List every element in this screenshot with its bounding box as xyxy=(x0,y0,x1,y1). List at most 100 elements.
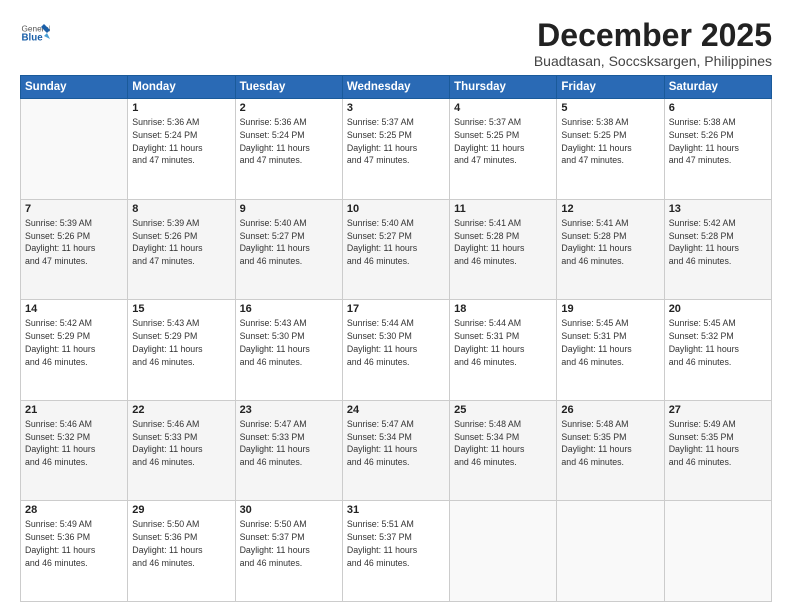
day-number: 19 xyxy=(561,303,659,315)
table-row: 22 Sunrise: 5:46 AM Sunset: 5:33 PM Dayli… xyxy=(128,400,235,501)
day-number: 10 xyxy=(347,203,445,215)
table-row: 2 Sunrise: 5:36 AM Sunset: 5:24 PM Daylig… xyxy=(235,99,342,200)
day-number: 20 xyxy=(669,303,767,315)
week-row-1: 1Sunrise: 5:36 AM Sunset: 5:24 PM Daylig… xyxy=(21,99,772,200)
table-row: 12 Sunrise: 5:41 AM Sunset: 5:28 PM Dayli… xyxy=(557,199,664,300)
day-info: Sunrise: 5:51 AM Sunset: 5:37 PM Dayligh… xyxy=(347,518,445,569)
day-info: Sunrise: 5:36 AM Sunset: 5:24 PM Dayligh… xyxy=(132,116,230,167)
col-friday: Friday xyxy=(557,76,664,99)
day-info: Sunrise: 5:46 AM Sunset: 5:33 PM Dayligh… xyxy=(132,418,230,469)
day-number: 26 xyxy=(561,404,659,416)
table-row: 17 Sunrise: 5:44 AM Sunset: 5:30 PM Dayli… xyxy=(342,300,449,401)
day-number: 23 xyxy=(240,404,338,416)
day-info: Sunrise: 5:43 AM Sunset: 5:30 PM Dayligh… xyxy=(240,317,338,368)
day-info: Sunrise: 5:50 AM Sunset: 5:36 PM Dayligh… xyxy=(132,518,230,569)
day-info: Sunrise: 5:41 AM Sunset: 5:28 PM Dayligh… xyxy=(561,217,659,268)
day-number: 8 xyxy=(132,203,230,215)
day-info: Sunrise: 5:44 AM Sunset: 5:30 PM Dayligh… xyxy=(347,317,445,368)
table-row: 3 Sunrise: 5:37 AM Sunset: 5:25 PM Daylig… xyxy=(342,99,449,200)
day-info: Sunrise: 5:47 AM Sunset: 5:34 PM Dayligh… xyxy=(347,418,445,469)
day-info: Sunrise: 5:50 AM Sunset: 5:37 PM Dayligh… xyxy=(240,518,338,569)
day-number: 21 xyxy=(25,404,123,416)
table-row: 8 Sunrise: 5:39 AM Sunset: 5:26 PM Daylig… xyxy=(128,199,235,300)
page: General Blue December 2025 Buadtasan, So… xyxy=(0,0,792,612)
table-row: 28 Sunrise: 5:49 AM Sunset: 5:36 PM Dayli… xyxy=(21,501,128,602)
table-row: 23 Sunrise: 5:47 AM Sunset: 5:33 PM Dayli… xyxy=(235,400,342,501)
day-info: Sunrise: 5:36 AM Sunset: 5:24 PM Dayligh… xyxy=(240,116,338,167)
day-number: 17 xyxy=(347,303,445,315)
day-info: Sunrise: 5:41 AM Sunset: 5:28 PM Dayligh… xyxy=(454,217,552,268)
week-row-5: 28 Sunrise: 5:49 AM Sunset: 5:36 PM Dayli… xyxy=(21,501,772,602)
day-info: Sunrise: 5:47 AM Sunset: 5:33 PM Dayligh… xyxy=(240,418,338,469)
day-number: 22 xyxy=(132,404,230,416)
svg-text:Blue: Blue xyxy=(22,33,44,44)
day-info: Sunrise: 5:38 AM Sunset: 5:26 PM Dayligh… xyxy=(669,116,767,167)
day-number: 31 xyxy=(347,504,445,516)
table-row: 30 Sunrise: 5:50 AM Sunset: 5:37 PM Dayli… xyxy=(235,501,342,602)
table-row: 29 Sunrise: 5:50 AM Sunset: 5:36 PM Dayli… xyxy=(128,501,235,602)
title-block: December 2025 Buadtasan, Soccsksargen, P… xyxy=(534,18,772,69)
day-info: Sunrise: 5:42 AM Sunset: 5:28 PM Dayligh… xyxy=(669,217,767,268)
day-number: 2 xyxy=(240,102,338,114)
table-row xyxy=(557,501,664,602)
table-row: 4 Sunrise: 5:37 AM Sunset: 5:25 PM Daylig… xyxy=(450,99,557,200)
table-row: 16Sunrise: 5:43 AM Sunset: 5:30 PM Dayli… xyxy=(235,300,342,401)
day-number: 24 xyxy=(347,404,445,416)
table-row: 19 Sunrise: 5:45 AM Sunset: 5:31 PM Dayli… xyxy=(557,300,664,401)
day-info: Sunrise: 5:40 AM Sunset: 5:27 PM Dayligh… xyxy=(240,217,338,268)
week-row-4: 21 Sunrise: 5:46 AM Sunset: 5:32 PM Dayli… xyxy=(21,400,772,501)
col-thursday: Thursday xyxy=(450,76,557,99)
day-info: Sunrise: 5:46 AM Sunset: 5:32 PM Dayligh… xyxy=(25,418,123,469)
day-number: 11 xyxy=(454,203,552,215)
day-number: 18 xyxy=(454,303,552,315)
table-row: 26 Sunrise: 5:48 AM Sunset: 5:35 PM Dayli… xyxy=(557,400,664,501)
col-sunday: Sunday xyxy=(21,76,128,99)
calendar-title: December 2025 xyxy=(534,18,772,53)
table-row: 15 Sunrise: 5:43 AM Sunset: 5:29 PM Dayli… xyxy=(128,300,235,401)
day-info: Sunrise: 5:43 AM Sunset: 5:29 PM Dayligh… xyxy=(132,317,230,368)
table-row: 21 Sunrise: 5:46 AM Sunset: 5:32 PM Dayli… xyxy=(21,400,128,501)
day-info: Sunrise: 5:39 AM Sunset: 5:26 PM Dayligh… xyxy=(25,217,123,268)
table-row: 20Sunrise: 5:45 AM Sunset: 5:32 PM Dayli… xyxy=(664,300,771,401)
day-number: 29 xyxy=(132,504,230,516)
table-row: 11 Sunrise: 5:41 AM Sunset: 5:28 PM Dayli… xyxy=(450,199,557,300)
day-number: 25 xyxy=(454,404,552,416)
day-number: 6 xyxy=(669,102,767,114)
col-saturday: Saturday xyxy=(664,76,771,99)
week-row-3: 14 Sunrise: 5:42 AM Sunset: 5:29 PM Dayli… xyxy=(21,300,772,401)
day-number: 3 xyxy=(347,102,445,114)
header: General Blue December 2025 Buadtasan, So… xyxy=(20,18,772,69)
day-number: 28 xyxy=(25,504,123,516)
week-row-2: 7 Sunrise: 5:39 AM Sunset: 5:26 PM Daylig… xyxy=(21,199,772,300)
day-info: Sunrise: 5:37 AM Sunset: 5:25 PM Dayligh… xyxy=(454,116,552,167)
day-info: Sunrise: 5:48 AM Sunset: 5:34 PM Dayligh… xyxy=(454,418,552,469)
day-info: Sunrise: 5:49 AM Sunset: 5:36 PM Dayligh… xyxy=(25,518,123,569)
day-info: Sunrise: 5:42 AM Sunset: 5:29 PM Dayligh… xyxy=(25,317,123,368)
day-number: 4 xyxy=(454,102,552,114)
table-row: 10Sunrise: 5:40 AM Sunset: 5:27 PM Dayli… xyxy=(342,199,449,300)
day-number: 30 xyxy=(240,504,338,516)
logo: General Blue xyxy=(20,18,50,48)
table-row xyxy=(21,99,128,200)
calendar-header-row: Sunday Monday Tuesday Wednesday Thursday… xyxy=(21,76,772,99)
day-number: 7 xyxy=(25,203,123,215)
day-number: 15 xyxy=(132,303,230,315)
table-row: 18Sunrise: 5:44 AM Sunset: 5:31 PM Dayli… xyxy=(450,300,557,401)
day-number: 9 xyxy=(240,203,338,215)
col-wednesday: Wednesday xyxy=(342,76,449,99)
table-row: 25 Sunrise: 5:48 AM Sunset: 5:34 PM Dayli… xyxy=(450,400,557,501)
day-info: Sunrise: 5:48 AM Sunset: 5:35 PM Dayligh… xyxy=(561,418,659,469)
table-row: 14 Sunrise: 5:42 AM Sunset: 5:29 PM Dayli… xyxy=(21,300,128,401)
table-row: 31 Sunrise: 5:51 AM Sunset: 5:37 PM Dayli… xyxy=(342,501,449,602)
day-number: 14 xyxy=(25,303,123,315)
table-row: 5Sunrise: 5:38 AM Sunset: 5:25 PM Daylig… xyxy=(557,99,664,200)
day-info: Sunrise: 5:37 AM Sunset: 5:25 PM Dayligh… xyxy=(347,116,445,167)
day-number: 12 xyxy=(561,203,659,215)
day-info: Sunrise: 5:49 AM Sunset: 5:35 PM Dayligh… xyxy=(669,418,767,469)
calendar-table: Sunday Monday Tuesday Wednesday Thursday… xyxy=(20,75,772,602)
day-info: Sunrise: 5:38 AM Sunset: 5:25 PM Dayligh… xyxy=(561,116,659,167)
table-row: 6 Sunrise: 5:38 AM Sunset: 5:26 PM Daylig… xyxy=(664,99,771,200)
day-info: Sunrise: 5:45 AM Sunset: 5:31 PM Dayligh… xyxy=(561,317,659,368)
col-monday: Monday xyxy=(128,76,235,99)
day-info: Sunrise: 5:39 AM Sunset: 5:26 PM Dayligh… xyxy=(132,217,230,268)
